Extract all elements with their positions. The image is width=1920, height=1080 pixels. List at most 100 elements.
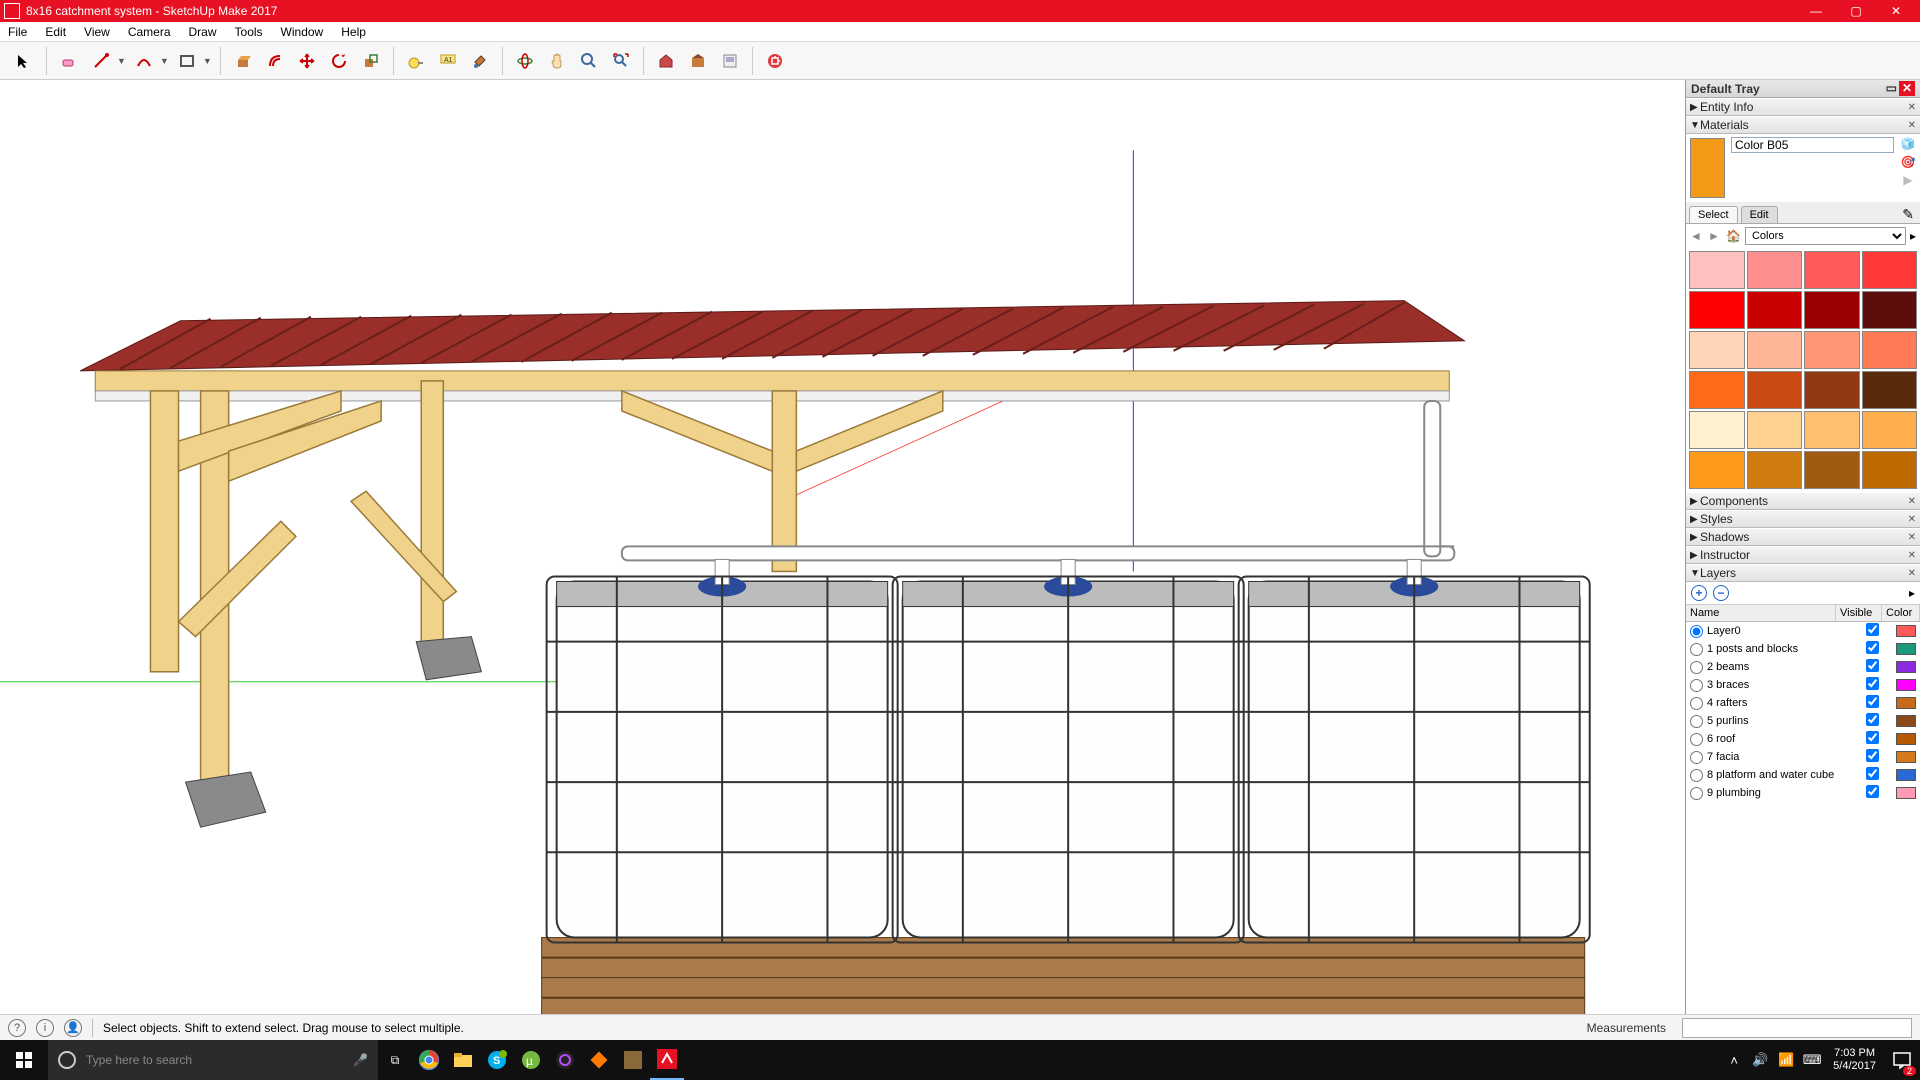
taskbar-chrome[interactable] <box>412 1040 446 1080</box>
material-swatch[interactable] <box>1689 331 1745 369</box>
instructor-header[interactable]: ▶Instructor✕ <box>1686 546 1920 564</box>
layer-radio[interactable] <box>1690 715 1703 728</box>
layer-row[interactable]: 5 purlins <box>1686 712 1920 730</box>
pan-tool[interactable] <box>543 47 571 75</box>
menu-tools[interactable]: Tools <box>233 24 265 40</box>
layer-visible-checkbox[interactable] <box>1852 623 1892 639</box>
menu-help[interactable]: Help <box>339 24 368 40</box>
taskbar-search[interactable]: Type here to search 🎤 <box>48 1040 378 1080</box>
shadows-header[interactable]: ▶Shadows✕ <box>1686 528 1920 546</box>
col-visible[interactable]: Visible <box>1836 605 1882 621</box>
tray-close-icon[interactable]: ✕ <box>1899 81 1915 96</box>
menu-window[interactable]: Window <box>279 24 326 40</box>
taskbar-utorrent[interactable]: µ <box>514 1040 548 1080</box>
panel-close-icon[interactable]: ✕ <box>1908 532 1916 543</box>
material-swatch[interactable] <box>1747 251 1803 289</box>
home-icon[interactable]: 🏠 <box>1726 229 1741 243</box>
zoom-tool[interactable] <box>575 47 603 75</box>
rotate-tool[interactable] <box>325 47 353 75</box>
menu-view[interactable]: View <box>82 24 112 40</box>
layers-header[interactable]: ▼Layers✕ <box>1686 564 1920 582</box>
components-header[interactable]: ▶Components✕ <box>1686 492 1920 510</box>
tray-input-icon[interactable]: ⌨ <box>1799 1052 1825 1068</box>
tray-network-icon[interactable]: 📶 <box>1773 1052 1799 1068</box>
model-viewport[interactable] <box>0 80 1685 1014</box>
panel-close-icon[interactable]: ✕ <box>1908 120 1916 131</box>
layer-visible-checkbox[interactable] <box>1852 695 1892 711</box>
entity-info-header[interactable]: ▶Entity Info✕ <box>1686 98 1920 116</box>
eraser-tool[interactable] <box>55 47 83 75</box>
nav-back-icon[interactable]: ◄ <box>1690 229 1704 243</box>
user-icon[interactable]: 👤 <box>64 1019 82 1037</box>
eyedropper-icon[interactable]: ✎ <box>1902 206 1914 223</box>
material-swatch[interactable] <box>1747 291 1803 329</box>
tray-pin-icon[interactable]: ▭ <box>1886 81 1897 96</box>
material-swatch[interactable] <box>1804 411 1860 449</box>
menu-camera[interactable]: Camera <box>126 24 173 40</box>
arrow-icon[interactable]: ▶ <box>1898 172 1918 188</box>
details-icon[interactable]: ▸ <box>1910 229 1916 243</box>
layer-row[interactable]: 6 roof <box>1686 730 1920 748</box>
material-swatch[interactable] <box>1862 411 1918 449</box>
maximize-button[interactable]: ▢ <box>1836 0 1876 22</box>
material-swatch[interactable] <box>1689 371 1745 409</box>
col-name[interactable]: Name <box>1686 605 1836 621</box>
panel-close-icon[interactable]: ✕ <box>1908 568 1916 579</box>
layer-visible-checkbox[interactable] <box>1852 659 1892 675</box>
layer-radio[interactable] <box>1690 679 1703 692</box>
layer-row[interactable]: Layer0 <box>1686 622 1920 640</box>
material-swatch[interactable] <box>1862 371 1918 409</box>
layer-color-swatch[interactable] <box>1896 679 1916 691</box>
offset-tool[interactable] <box>261 47 289 75</box>
material-swatch[interactable] <box>1804 371 1860 409</box>
zoom-extents-tool[interactable] <box>607 47 635 75</box>
material-swatch[interactable] <box>1689 291 1745 329</box>
panel-close-icon[interactable]: ✕ <box>1908 550 1916 561</box>
material-swatch[interactable] <box>1862 451 1918 489</box>
taskbar-sketchup[interactable] <box>650 1040 684 1080</box>
warehouse-tool[interactable] <box>652 47 680 75</box>
start-button[interactable] <box>0 1040 48 1080</box>
help-icon[interactable]: ? <box>8 1019 26 1037</box>
add-layer-button[interactable]: + <box>1691 585 1707 601</box>
layer-row[interactable]: 7 facia <box>1686 748 1920 766</box>
mic-icon[interactable]: 🎤 <box>353 1053 368 1067</box>
measurements-input[interactable] <box>1682 1018 1912 1038</box>
layers-menu-icon[interactable]: ▸ <box>1909 586 1915 600</box>
material-swatch[interactable] <box>1862 291 1918 329</box>
layer-visible-checkbox[interactable] <box>1852 677 1892 693</box>
tray-volume-icon[interactable]: 🔊 <box>1747 1052 1773 1068</box>
layer-color-swatch[interactable] <box>1896 769 1916 781</box>
scale-tool[interactable] <box>357 47 385 75</box>
remove-layer-button[interactable]: − <box>1713 585 1729 601</box>
create-material-icon[interactable]: 🧊 <box>1898 136 1918 152</box>
layer-radio[interactable] <box>1690 643 1703 656</box>
layer-color-swatch[interactable] <box>1896 625 1916 637</box>
arc-tool[interactable] <box>130 47 158 75</box>
layer-radio[interactable] <box>1690 625 1703 638</box>
layer-radio[interactable] <box>1690 733 1703 746</box>
taskbar-skype[interactable]: S <box>480 1040 514 1080</box>
material-swatch[interactable] <box>1804 291 1860 329</box>
layer-row[interactable]: 2 beams <box>1686 658 1920 676</box>
material-swatch[interactable] <box>1804 451 1860 489</box>
layer-radio[interactable] <box>1690 787 1703 800</box>
col-color[interactable]: Color <box>1882 605 1920 621</box>
layer-row[interactable]: 8 platform and water cube <box>1686 766 1920 784</box>
material-swatch[interactable] <box>1862 251 1918 289</box>
menu-draw[interactable]: Draw <box>187 24 219 40</box>
layer-radio[interactable] <box>1690 697 1703 710</box>
materials-header[interactable]: ▼Materials✕ <box>1686 116 1920 134</box>
warehouse-model-tool[interactable] <box>684 47 712 75</box>
line-tool[interactable] <box>87 47 115 75</box>
material-swatch[interactable] <box>1689 451 1745 489</box>
material-swatch[interactable] <box>1689 411 1745 449</box>
tape-tool[interactable] <box>402 47 430 75</box>
tab-edit[interactable]: Edit <box>1741 206 1778 223</box>
layout-tool[interactable] <box>716 47 744 75</box>
layer-color-swatch[interactable] <box>1896 661 1916 673</box>
layer-color-swatch[interactable] <box>1896 697 1916 709</box>
layer-visible-checkbox[interactable] <box>1852 785 1892 801</box>
taskbar-app-brown[interactable] <box>616 1040 650 1080</box>
material-swatch[interactable] <box>1747 371 1803 409</box>
